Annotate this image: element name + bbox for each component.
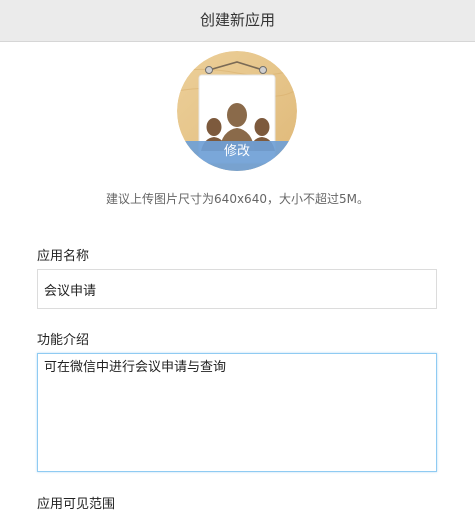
image-size-hint: 建议上传图片尺寸为640x640，大小不超过5M。 bbox=[106, 192, 369, 206]
page-title: 创建新应用 bbox=[199, 11, 275, 29]
app-name-input[interactable] bbox=[37, 269, 437, 309]
app-avatar-upload[interactable]: 修改 bbox=[177, 51, 297, 171]
app-name-label: 应用名称 bbox=[37, 249, 90, 264]
avatar-edit-label[interactable]: 修改 bbox=[177, 142, 297, 162]
description-textarea[interactable]: 可在微信中进行会议申请与查询 bbox=[37, 353, 437, 472]
description-label: 功能介绍 bbox=[37, 333, 90, 348]
page-header: 创建新应用 bbox=[0, 0, 475, 42]
visibility-label: 应用可见范围 bbox=[37, 497, 116, 512]
